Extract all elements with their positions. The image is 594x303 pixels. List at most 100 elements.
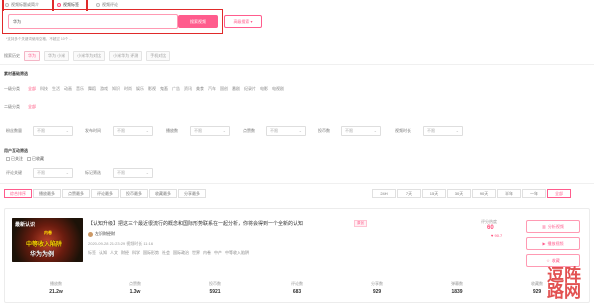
video-tag[interactable]: 国际政治 — [173, 250, 189, 256]
search-button[interactable]: 搜索视频 — [178, 15, 218, 28]
history-tag[interactable]: 小米华为对比 — [73, 51, 106, 61]
category-chip[interactable]: 影视 — [148, 86, 156, 92]
video-tag[interactable]: 中等收入陷阱 — [225, 250, 249, 256]
filter-label: 粉丝数量 — [6, 128, 22, 133]
category-chip[interactable]: 国创 — [220, 86, 228, 92]
sort-button[interactable]: 点赞最多 — [62, 189, 90, 198]
video-title[interactable]: 【认知升级】把这三个最近很流行的概念和国际形势联系在一起分析，你将会得到一个全新… — [88, 220, 353, 227]
category-chip[interactable]: 鬼畜 — [160, 86, 168, 92]
search-input[interactable]: 华为 — [8, 14, 178, 29]
chevron-down-icon: ⌄ — [65, 128, 69, 133]
category-chip[interactable]: 美食 — [196, 86, 204, 92]
video-tags: 标签 认知 人文 财经 科学 国际形势 社会 国际政治 世界 内卷 中产 中等收… — [88, 250, 249, 256]
stat-value: 5921 — [209, 289, 221, 295]
history-tags: 搜索历史 华为 华为 小米 小米华为对比 小米华为 评测 手机对比 — [4, 51, 171, 61]
chevron-down-icon: ⌄ — [298, 128, 302, 133]
video-tag[interactable]: 科学 — [132, 250, 140, 256]
video-tag[interactable]: 国际形势 — [143, 250, 159, 256]
stat-label: 播放数 — [50, 281, 62, 286]
subcategory-chip[interactable]: 全部 — [28, 104, 36, 110]
followed-checkbox[interactable]: 已关注 — [6, 156, 23, 162]
video-tag[interactable]: 财经 — [121, 250, 129, 256]
sort-button[interactable]: 综合排序 — [4, 189, 32, 198]
history-tag[interactable]: 华为 小米 — [44, 51, 70, 61]
video-tag[interactable]: 认知 — [99, 250, 107, 256]
video-tag[interactable]: 人文 — [110, 250, 118, 256]
category-chip[interactable]: 广告 — [172, 86, 180, 92]
duration-select[interactable]: 不限 ⌄ — [423, 126, 463, 136]
sub-score: ♥ 90.7 — [491, 233, 503, 238]
range-button[interactable]: 半年 — [497, 189, 521, 198]
history-tag[interactable]: 华为 — [24, 51, 40, 61]
category-chip[interactable]: 电视剧 — [272, 86, 284, 92]
mark-select[interactable]: 不限 ⌄ — [113, 168, 153, 178]
video-tag[interactable]: 内卷 — [203, 250, 211, 256]
history-tag[interactable]: 手机对比 — [146, 51, 171, 61]
comment-keyword-select[interactable]: 不限 ⌄ — [33, 168, 73, 178]
category-chip[interactable]: 汽车 — [208, 86, 216, 92]
tab-video-tags[interactable]: 视频标签 — [57, 1, 79, 9]
category-chip[interactable]: 科技 — [40, 86, 48, 92]
category-chip[interactable]: 电影 — [260, 86, 268, 92]
category-chip[interactable]: 游戏 — [100, 86, 108, 92]
video-tag[interactable]: 中产 — [214, 250, 222, 256]
checkbox-icon — [6, 156, 10, 161]
collected-checkbox[interactable]: 已收藏 — [27, 156, 44, 162]
filter-label: 播放数 — [166, 128, 178, 133]
fans-select[interactable]: 不限 ⌄ — [33, 126, 73, 136]
history-tag[interactable]: 小米华为 评测 — [109, 51, 143, 61]
range-button[interactable]: 15天 — [422, 189, 446, 198]
sort-button[interactable]: 收藏最多 — [149, 189, 177, 198]
category-chip[interactable]: 时尚 — [124, 86, 132, 92]
category-chip[interactable]: 番剧 — [232, 86, 240, 92]
radio-icon — [5, 3, 9, 7]
range-button[interactable]: 30天 — [447, 189, 471, 198]
coins-select[interactable]: 不限 ⌄ — [341, 126, 381, 136]
play-icon: ▶ — [542, 241, 546, 246]
chevron-down-icon: ⌄ — [65, 170, 69, 175]
tab-title-desc[interactable]: 视频标题或简介 — [5, 1, 39, 9]
play-video-button[interactable]: ▶ 播放视频 — [526, 237, 580, 250]
category-chip[interactable]: 知识 — [112, 86, 120, 92]
chevron-down-icon: ⌄ — [145, 128, 149, 133]
sort-button[interactable]: 投币最多 — [120, 189, 148, 198]
category-chip[interactable]: 舞蹈 — [88, 86, 96, 92]
chevron-down-icon: ⌄ — [373, 128, 377, 133]
author[interactable]: 左识财经财 — [88, 231, 115, 237]
tab-video-comments[interactable]: 视频评论 — [96, 1, 118, 9]
stat-value: 929 — [372, 289, 382, 295]
likes-select[interactable]: 不限 ⌄ — [266, 126, 306, 136]
category-chip[interactable]: 音乐 — [76, 86, 84, 92]
video-tag[interactable]: 世界 — [192, 250, 200, 256]
range-button[interactable]: 90天 — [472, 189, 496, 198]
publish-time-select[interactable]: 不限 ⌄ — [113, 126, 153, 136]
category-chip[interactable]: 全部 — [28, 86, 36, 92]
sort-button[interactable]: 播放最多 — [33, 189, 61, 198]
analyze-video-button[interactable]: ▥ 分析视频 — [526, 220, 580, 233]
chevron-down-icon: ⌄ — [145, 170, 149, 175]
video-meta: 2020-09-28 21:23:29 视频时长 11:16 — [88, 241, 154, 246]
filter-label: 点赞数 — [243, 128, 255, 133]
video-tag[interactable]: 社会 — [162, 250, 170, 256]
range-button[interactable]: 7天 — [397, 189, 421, 198]
video-thumbnail[interactable]: 最新认识 内卷 中等收入陷阱 华为为例 — [12, 218, 83, 262]
filter-label: 标记筛选 — [85, 170, 101, 175]
sort-button[interactable]: 分享最多 — [178, 189, 206, 198]
range-button[interactable]: 一年 — [522, 189, 546, 198]
divider — [0, 183, 594, 184]
category-chip[interactable]: 纪录片 — [244, 86, 256, 92]
range-button[interactable]: 全部 — [547, 189, 571, 198]
section-title-content: 素材基础筛选 — [4, 71, 28, 76]
stat-label: 点赞数 — [129, 281, 141, 286]
avatar — [88, 231, 93, 237]
sort-button[interactable]: 评论最多 — [91, 189, 119, 198]
range-button[interactable]: 24H — [372, 189, 396, 198]
category-chip[interactable]: 娱乐 — [136, 86, 144, 92]
plays-select[interactable]: 不限 ⌄ — [190, 126, 230, 136]
stat-value: 21.2w — [49, 289, 63, 295]
stat-label: 分享数 — [371, 281, 383, 286]
category-chip[interactable]: 动画 — [64, 86, 72, 92]
advanced-search-button[interactable]: 高级搜索 ▾ — [224, 15, 262, 28]
category-chip[interactable]: 生活 — [52, 86, 60, 92]
category-chip[interactable]: 资讯 — [184, 86, 192, 92]
